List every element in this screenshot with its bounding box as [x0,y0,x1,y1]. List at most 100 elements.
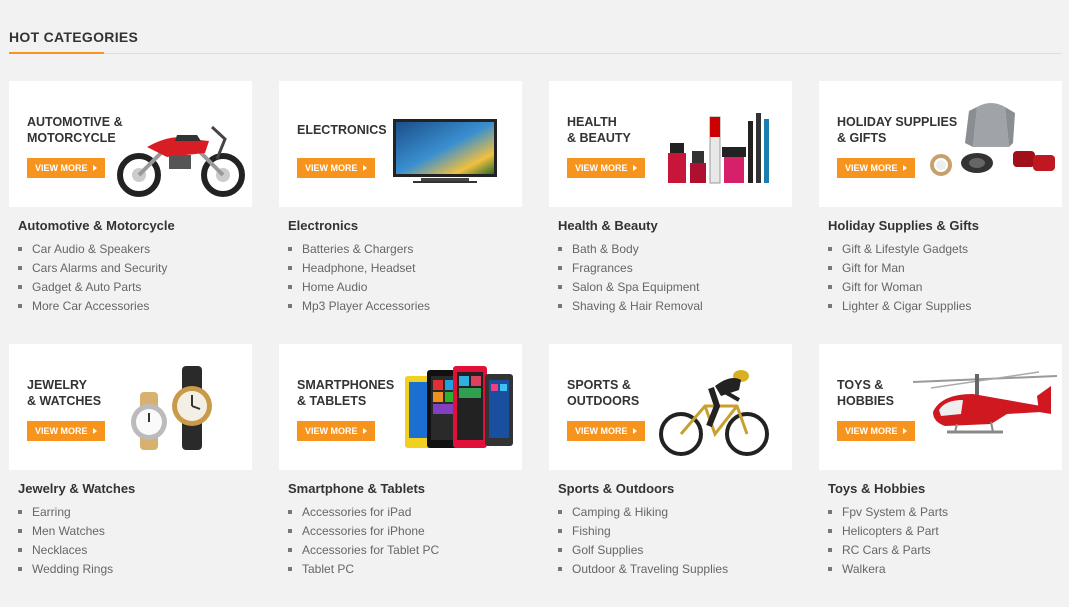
category-links: Batteries & Chargers Headphone, Headset … [288,241,430,317]
list-item[interactable]: Gift for Man [828,260,971,279]
list-item[interactable]: Home Audio [288,279,430,298]
category-banner[interactable]: ELECTRONICS VIEW MORE [279,81,522,207]
list-item[interactable]: Fragrances [558,260,703,279]
list-item[interactable]: Wedding Rings [18,561,113,580]
list-item[interactable]: Fpv System & Parts [828,504,948,523]
link-label[interactable]: Accessories for iPhone [302,524,425,538]
list-item[interactable]: Gift for Woman [828,279,971,298]
list-item[interactable]: Necklaces [18,542,113,561]
list-item[interactable]: Golf Supplies [558,542,728,561]
link-label[interactable]: Earring [32,505,71,519]
category-links: Fpv System & Parts Helicopters & Part RC… [828,504,948,580]
link-label[interactable]: Men Watches [32,524,105,538]
category-title[interactable]: Jewelry & Watches [18,481,135,496]
banner-title: JEWELRY & WATCHES [27,377,101,409]
link-label[interactable]: Fishing [572,524,611,538]
link-label[interactable]: Gift & Lifestyle Gadgets [842,242,968,256]
link-label[interactable]: Batteries & Chargers [302,242,413,256]
list-item[interactable]: Tablet PC [288,561,439,580]
list-item[interactable]: More Car Accessories [18,298,167,317]
list-item[interactable]: Mp3 Player Accessories [288,298,430,317]
view-more-button[interactable]: VIEW MORE [567,421,645,441]
category-banner[interactable]: SPORTS & OUTDOORS VIEW MORE [549,344,792,470]
view-more-button[interactable]: VIEW MORE [297,421,375,441]
banner-title: TOYS & HOBBIES [837,377,894,409]
list-item[interactable]: Helicopters & Part [828,523,948,542]
list-item[interactable]: Fishing [558,523,728,542]
list-item[interactable]: Lighter & Cigar Supplies [828,298,971,317]
banner-title-line: & TABLETS [297,394,367,408]
view-more-button[interactable]: VIEW MORE [27,421,105,441]
link-label[interactable]: Wedding Rings [32,562,113,576]
view-more-label: VIEW MORE [305,163,358,173]
link-label[interactable]: Gadget & Auto Parts [32,280,141,294]
category-title[interactable]: Sports & Outdoors [558,481,674,496]
view-more-button[interactable]: VIEW MORE [567,158,645,178]
link-label[interactable]: Tablet PC [302,562,354,576]
list-item[interactable]: Accessories for iPad [288,504,439,523]
list-item[interactable]: Outdoor & Traveling Supplies [558,561,728,580]
link-label[interactable]: Shaving & Hair Removal [572,299,703,313]
link-label[interactable]: Mp3 Player Accessories [302,299,430,313]
list-item[interactable]: Batteries & Chargers [288,241,430,260]
category-title[interactable]: Smartphone & Tablets [288,481,425,496]
view-more-button[interactable]: VIEW MORE [297,158,375,178]
list-item[interactable]: Gift & Lifestyle Gadgets [828,241,971,260]
link-label[interactable]: More Car Accessories [32,299,149,313]
watches-image [131,366,212,450]
view-more-button[interactable]: VIEW MORE [27,158,105,178]
link-label[interactable]: RC Cars & Parts [842,543,931,557]
link-label[interactable]: Necklaces [32,543,87,557]
list-item[interactable]: Headphone, Headset [288,260,430,279]
banner-title: SPORTS & OUTDOORS [567,377,639,409]
section-header: HOT CATEGORIES [9,29,1061,54]
list-item[interactable]: Salon & Spa Equipment [558,279,703,298]
view-more-label: VIEW MORE [35,163,88,173]
banner-title-line: & BEAUTY [567,131,631,145]
category-banner[interactable]: JEWELRY & WATCHES VIEW MORE [9,344,252,470]
list-item[interactable]: Earring [18,504,113,523]
category-title[interactable]: Holiday Supplies & Gifts [828,218,979,233]
link-label[interactable]: Golf Supplies [572,543,643,557]
link-label[interactable]: Bath & Body [572,242,639,256]
category-title[interactable]: Automotive & Motorcycle [18,218,175,233]
link-label[interactable]: Cars Alarms and Security [32,261,167,275]
list-item[interactable]: Men Watches [18,523,113,542]
link-label[interactable]: Fpv System & Parts [842,505,948,519]
link-label[interactable]: Headphone, Headset [302,261,415,275]
link-label[interactable]: Home Audio [302,280,367,294]
list-item[interactable]: Cars Alarms and Security [18,260,167,279]
list-item[interactable]: Shaving & Hair Removal [558,298,703,317]
link-label[interactable]: Helicopters & Part [842,524,939,538]
list-item[interactable]: Car Audio & Speakers [18,241,167,260]
link-label[interactable]: Lighter & Cigar Supplies [842,299,971,313]
category-banner[interactable]: TOYS & HOBBIES VIEW MORE [819,344,1062,470]
link-label[interactable]: Salon & Spa Equipment [572,280,699,294]
category-banner[interactable]: SMARTPHONES & TABLETS VIEW MORE [279,344,522,470]
link-label[interactable]: Camping & Hiking [572,505,668,519]
list-item[interactable]: Accessories for iPhone [288,523,439,542]
category-title[interactable]: Electronics [288,218,358,233]
category-links: Bath & Body Fragrances Salon & Spa Equip… [558,241,703,317]
view-more-button[interactable]: VIEW MORE [837,421,915,441]
link-label[interactable]: Car Audio & Speakers [32,242,150,256]
view-more-button[interactable]: VIEW MORE [837,158,915,178]
list-item[interactable]: Accessories for Tablet PC [288,542,439,561]
link-label[interactable]: Gift for Man [842,261,905,275]
list-item[interactable]: Camping & Hiking [558,504,728,523]
category-banner[interactable]: HOLIDAY SUPPLIES & GIFTS VIEW MORE [819,81,1062,207]
link-label[interactable]: Outdoor & Traveling Supplies [572,562,728,576]
category-title[interactable]: Toys & Hobbies [828,481,925,496]
list-item[interactable]: Bath & Body [558,241,703,260]
category-title[interactable]: Health & Beauty [558,218,658,233]
category-banner[interactable]: AUTOMOTIVE & MOTORCYCLE VIEW MORE [9,81,252,207]
category-banner[interactable]: HEALTH & BEAUTY VIEW MORE [549,81,792,207]
list-item[interactable]: RC Cars & Parts [828,542,948,561]
list-item[interactable]: Gadget & Auto Parts [18,279,167,298]
link-label[interactable]: Fragrances [572,261,633,275]
link-label[interactable]: Walkera [842,562,886,576]
list-item[interactable]: Walkera [828,561,948,580]
link-label[interactable]: Accessories for iPad [302,505,411,519]
link-label[interactable]: Gift for Woman [842,280,922,294]
link-label[interactable]: Accessories for Tablet PC [302,543,439,557]
